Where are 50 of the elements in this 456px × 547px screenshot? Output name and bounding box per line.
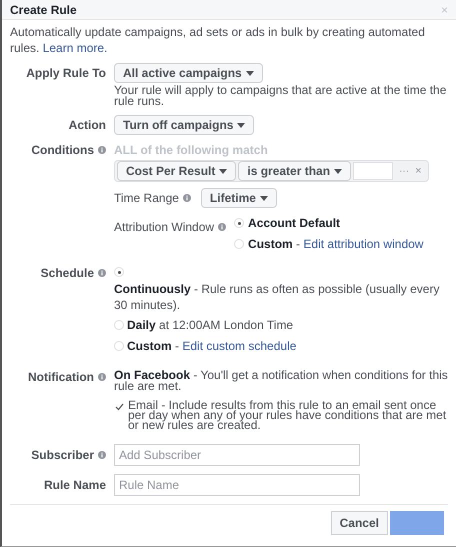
field-label: Notification [28, 369, 94, 386]
caret-icon [219, 168, 228, 174]
radio-label: Account Default [248, 215, 340, 232]
email-checkbox[interactable] [114, 402, 124, 412]
operator-dropdown[interactable]: is greater than [238, 161, 352, 181]
field-label: Apply Rule To [26, 65, 106, 82]
field-label: Schedule [40, 265, 94, 282]
radio-label: Daily at 12:00AM London Time [127, 317, 294, 334]
radio-button[interactable] [114, 267, 124, 277]
learn-more-link[interactable]: Learn more. [42, 41, 108, 55]
edit-link[interactable]: Edit attribution window [303, 237, 424, 251]
radio-label: Continuously - Rule runs as often as possible (usually every 30 minutes). [114, 281, 440, 313]
info-icon [98, 269, 106, 277]
time-range-dropdown[interactable]: Lifetime [200, 188, 277, 208]
caret-icon [334, 168, 342, 174]
dialog-title: Create Rule [10, 2, 77, 18]
value-field[interactable] [353, 162, 394, 180]
field-label: Rule Name [44, 477, 106, 494]
action-dropdown[interactable]: Turn off campaigns [114, 115, 254, 135]
email-text: Email - Include results from this rule to an email sent once per day when any of your rules have conditions that are met or new rules are created. [128, 400, 448, 430]
radio-button[interactable] [114, 320, 124, 330]
radio-button[interactable] [234, 239, 244, 249]
info-icon [98, 451, 106, 459]
field-label: Action [68, 117, 106, 134]
field-label: Conditions [31, 142, 94, 159]
field-label: Subscriber [31, 447, 94, 464]
info-icon [218, 223, 226, 231]
apply-rule-dropdown[interactable]: All active campaigns [114, 63, 263, 83]
radio-button[interactable] [114, 341, 124, 351]
info-icon [98, 146, 106, 154]
caret-icon [246, 70, 254, 76]
help-text: Your rule will apply to campaigns that are active at the time the rule runs. [114, 85, 448, 107]
rule-name-field[interactable]: Rule Name [114, 474, 360, 496]
caret-icon [237, 122, 246, 128]
intro-text: Automatically update campaigns, ad sets or ads in bulk by creating automated rules. Learn more. [10, 24, 426, 56]
subscriber-field[interactable]: Add Subscriber [114, 444, 360, 466]
field-label: Attribution Window [114, 219, 214, 236]
cancel-button[interactable]: Cancel [330, 511, 388, 535]
info-icon [182, 194, 191, 202]
primary-button[interactable] [390, 511, 444, 535]
radio-button[interactable] [234, 218, 244, 228]
field-label: Time Range [114, 190, 179, 207]
radio-label: Custom - Edit attribution window [248, 236, 424, 253]
notification-text: On Facebook - You'll get a notification when conditions for this rule are met. [114, 367, 448, 392]
edit-link[interactable]: Edit custom schedule [182, 339, 296, 353]
metric-dropdown[interactable]: Cost Per Result [117, 161, 236, 181]
conditions-heading: ALL of the following match [114, 142, 268, 159]
caret-icon [260, 196, 268, 200]
radio-label: Custom - Edit custom schedule [127, 338, 296, 355]
info-icon [98, 373, 106, 381]
